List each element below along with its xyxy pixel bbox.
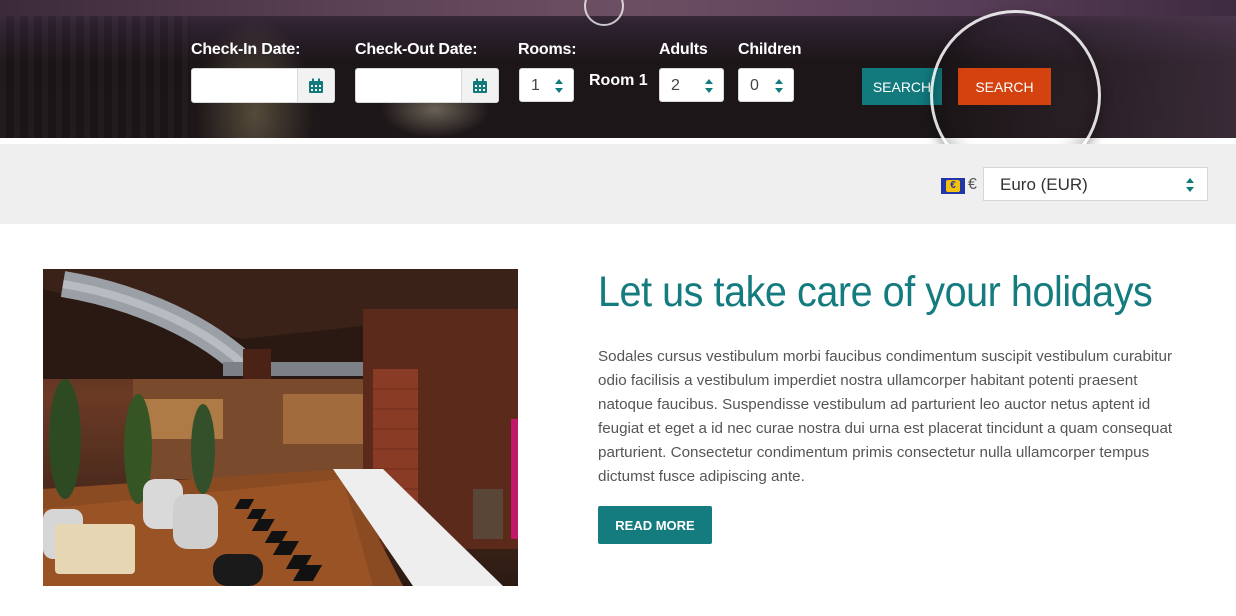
- search-button-orange[interactable]: Search: [958, 68, 1051, 105]
- rooms-label: Rooms:: [518, 41, 577, 58]
- slider-indicator: [584, 0, 624, 26]
- currency-symbol: €: [968, 176, 977, 193]
- calendar-icon: [309, 78, 323, 93]
- room-1-label: Room 1: [589, 72, 648, 89]
- select-arrows-icon: [555, 79, 563, 93]
- hotel-lounge-illustration: [43, 269, 518, 586]
- children-label: Children: [738, 41, 802, 58]
- hotel-lounge-photo: [43, 269, 518, 586]
- euro-flag-symbol: €: [946, 180, 960, 192]
- adults-select-value: 2: [671, 77, 680, 94]
- calendar-icon: [473, 78, 487, 93]
- currency-select[interactable]: Euro (EUR): [983, 167, 1208, 201]
- section-body-text: Sodales cursus vestibulum morbi faucibus…: [598, 348, 1173, 485]
- adults-select[interactable]: 2: [659, 68, 724, 102]
- checkout-calendar-button[interactable]: [461, 69, 498, 102]
- children-select[interactable]: 0: [738, 68, 794, 102]
- children-select-value: 0: [750, 77, 759, 94]
- checkin-label: Check-In Date:: [191, 41, 301, 58]
- checkin-date-field[interactable]: [191, 68, 335, 103]
- checkout-date-field[interactable]: [355, 68, 499, 103]
- checkout-label: Check-Out Date:: [355, 41, 478, 58]
- checkin-calendar-button[interactable]: [297, 69, 334, 102]
- select-arrows-icon: [1186, 178, 1194, 192]
- currency-select-value: Euro (EUR): [1000, 175, 1088, 194]
- adults-label: Adults: [659, 41, 708, 58]
- select-arrows-icon: [705, 79, 713, 93]
- eu-flag-icon: €: [941, 178, 965, 194]
- section-headline: Let us take care of your holidays: [598, 268, 1153, 316]
- booking-search-bar: Check-In Date: Check-Out Date: Rooms: 1 …: [0, 0, 1236, 138]
- select-arrows-icon: [775, 79, 783, 93]
- hero-background-curtain: [0, 16, 190, 138]
- search-button-teal[interactable]: Search: [862, 68, 942, 105]
- rooms-select-value: 1: [531, 77, 540, 94]
- read-more-button[interactable]: Read More: [598, 506, 712, 544]
- rooms-select[interactable]: 1: [519, 68, 574, 102]
